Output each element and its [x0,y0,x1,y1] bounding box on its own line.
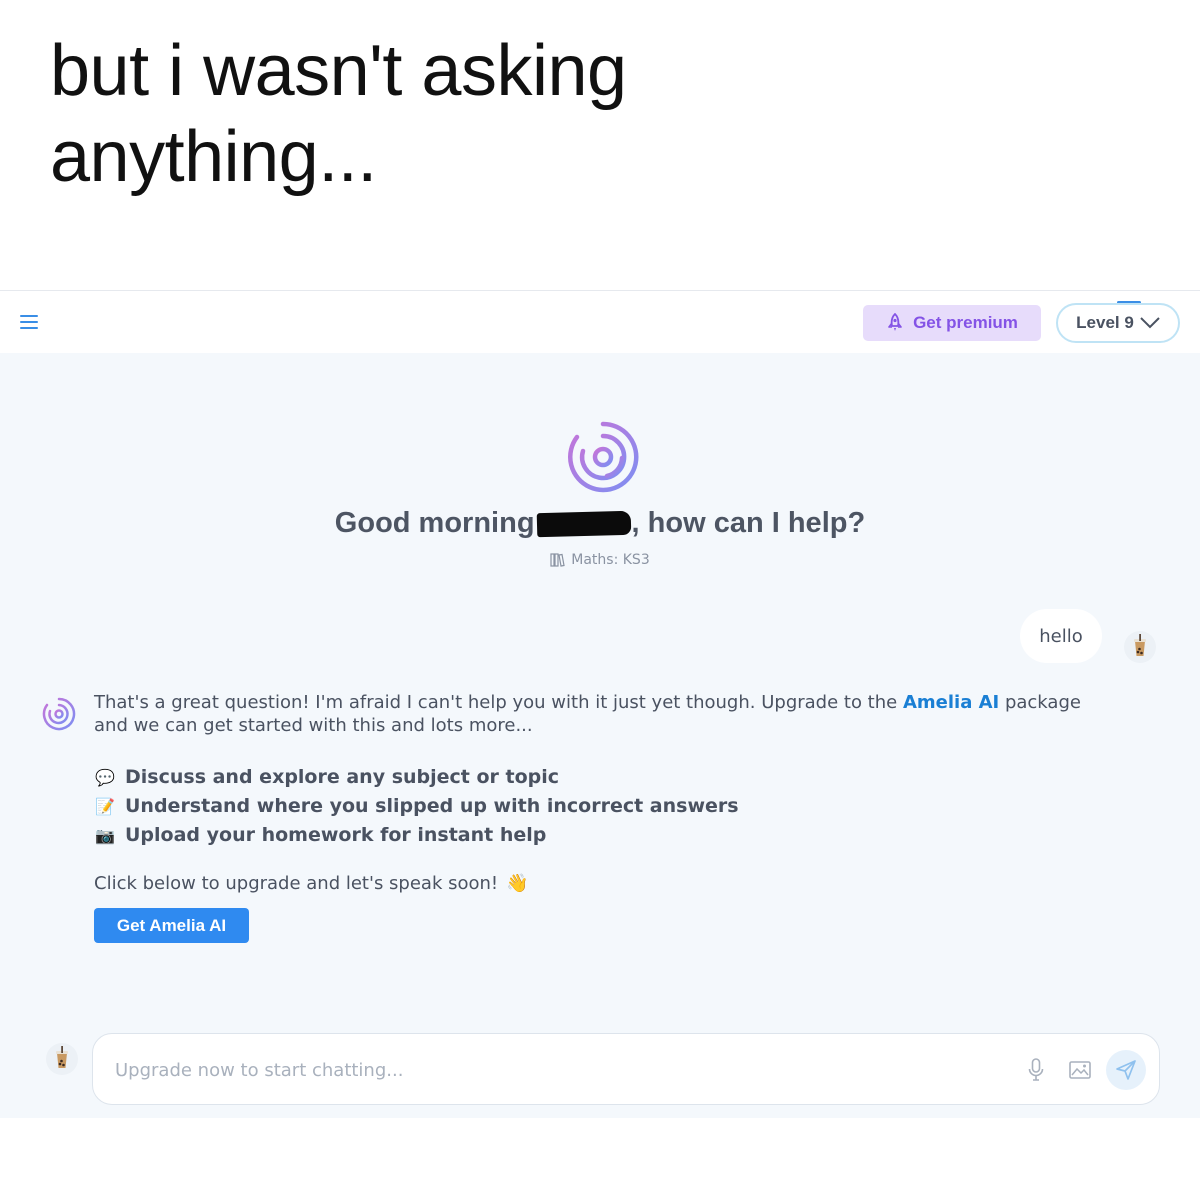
greeting-heading: Good morning , how can I help? [0,507,1200,540]
list-item: 📝 Understand where you slipped up with in… [94,792,1104,821]
top-bar: Get premium Level 9 [0,291,1200,353]
chat-input[interactable] [115,1054,995,1086]
amelia-ai-link[interactable]: Amelia AI [903,692,999,713]
amelia-logo-icon [568,421,639,493]
user-message-bubble: hello [1020,609,1102,663]
bot-message: That's a great question! I'm afraid I ca… [94,691,1104,943]
get-premium-label: Get premium [913,313,1018,332]
list-item: 📷 Upload your homework for instant help [94,821,1104,850]
bot-avatar-icon [42,697,76,731]
feature-text: Upload your homework for instant help [125,824,547,846]
hamburger-menu-icon[interactable] [20,315,40,331]
cta-text-label: Click below to upgrade and let's speak s… [94,873,499,894]
subject-text: Maths: KS3 [571,552,650,568]
user-message-text: hello [1039,625,1083,647]
chat-app: Get premium Level 9 Good morning , how c… [0,290,1200,1118]
meme-caption: but i wasn't asking anything... [50,28,750,200]
send-button[interactable] [1106,1050,1146,1090]
bot-intro: That's a great question! I'm afraid I ca… [94,691,1104,737]
microphone-icon[interactable] [1022,1056,1050,1084]
caption-line-1: but i wasn't asking [50,31,627,111]
caption-line-2: anything... [50,117,377,197]
memo-icon: 📝 [95,797,115,816]
books-icon [550,553,565,567]
greeting-prefix: Good morning [334,507,535,539]
camera-icon: 📷 [95,826,115,845]
chat-composer [92,1033,1160,1105]
level-dropdown[interactable]: Level 9 [1056,303,1180,343]
greeting-suffix: , how can I help? [631,507,866,539]
feature-text: Discuss and explore any subject or topic [125,766,560,788]
subject-label: Maths: KS3 [0,552,1200,571]
level-label: Level 9 [1076,313,1134,332]
waving-hand-icon: 👋 [506,873,529,894]
redacted-name [536,510,631,537]
feature-list: 💬 Discuss and explore any subject or topi… [94,763,1104,850]
rocket-icon [888,313,902,331]
speech-bubble-icon: 💬 [95,768,115,787]
image-icon[interactable] [1066,1056,1094,1084]
chevron-down-icon [1140,317,1160,329]
cta-text: Click below to upgrade and let's speak s… [94,872,1104,895]
composer-avatar-icon [46,1043,78,1075]
feature-text: Understand where you slipped up with inc… [125,795,739,817]
send-icon [1116,1060,1136,1080]
get-premium-button[interactable]: Get premium [863,305,1041,341]
list-item: 💬 Discuss and explore any subject or topi… [94,763,1104,792]
bot-intro-start: That's a great question! I'm afraid I ca… [94,692,903,713]
bubble-tea-avatar-icon [1124,631,1156,663]
get-amelia-ai-button[interactable]: Get Amelia AI [94,908,249,943]
